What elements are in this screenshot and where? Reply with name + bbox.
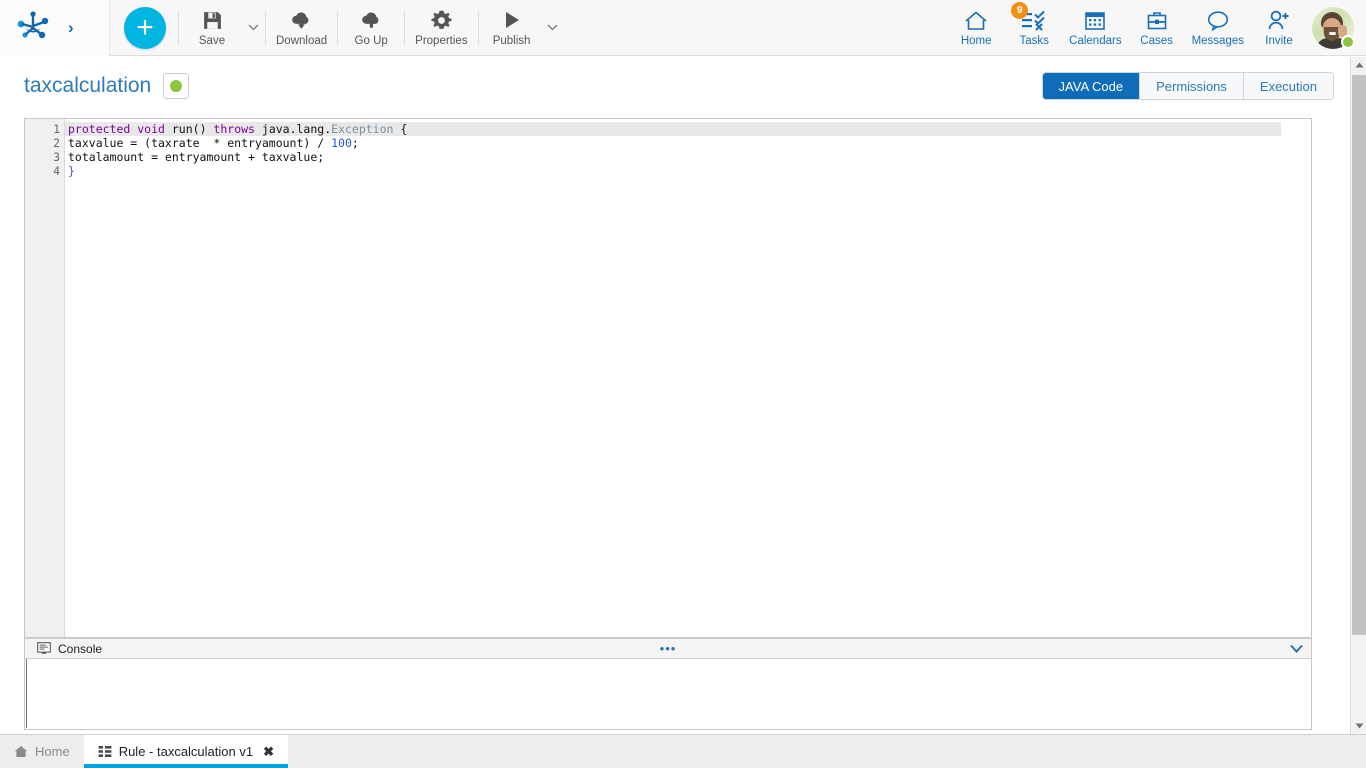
tab-permissions[interactable]: Permissions [1140,73,1244,99]
gutter-line-number: 3 [25,150,64,164]
toolbar-right-group: Home 9 Tasks [947,0,1366,56]
gutter-line-number: 1 ▾ [25,122,64,136]
nav-tasks-button[interactable]: 9 Tasks [1005,1,1063,55]
nav-cases-label: Cases [1140,35,1173,47]
code-line-2: taxvalue = (taxrate * entryamount) / 100… [68,136,1311,150]
gutter-line-number: 4 [25,164,64,178]
play-icon [502,8,522,32]
nav-messages-label: Messages [1192,35,1244,47]
console-output[interactable] [26,659,1311,728]
page-header: taxcalculation JAVA Code Permissions Exe… [0,57,1350,115]
token-keyword: void [137,122,165,136]
user-add-icon [1267,8,1291,32]
token-brace: { [393,122,407,136]
toolbar-divider [265,11,266,45]
nav-home-button[interactable]: Home [947,1,1005,55]
nav-home-label: Home [961,35,992,47]
save-label: Save [199,35,225,47]
code-line-3: totalamount = entryamount + taxvalue; [68,150,1311,164]
scroll-down-arrow-icon[interactable] [1351,718,1366,734]
token-type: Exception [331,122,393,136]
properties-button[interactable]: Properties [407,2,475,54]
top-toolbar: › + Save [0,0,1366,56]
home-icon [964,8,988,32]
editor-gutter: 1 ▾ 2 3 4 [25,119,65,637]
console-collapse-chevron-down-icon[interactable] [1290,644,1303,654]
token-brace: } [68,164,75,178]
token-keyword: protected [68,122,130,136]
tab-java-code[interactable]: JAVA Code [1043,73,1141,99]
code-editor[interactable]: 1 ▾ 2 3 4 protected void run() throws ja… [24,118,1312,638]
expand-sidebar-icon[interactable]: › [68,18,74,38]
tasks-badge: 9 [1011,2,1028,19]
scroll-up-arrow-icon[interactable] [1351,57,1366,73]
download-button[interactable]: Download [268,2,335,54]
nav-invite-label: Invite [1265,35,1293,47]
logo-zone: › [0,0,110,56]
bonita-logo-icon[interactable] [16,10,50,45]
console-panel: Console ••• [24,638,1312,730]
toolbar-divider [404,11,405,45]
token-semicolon: ; [352,136,359,150]
token-package: java.lang. [255,122,331,136]
new-button[interactable]: + [124,7,166,49]
rule-icon [98,745,112,758]
save-button[interactable]: Save [181,2,243,54]
briefcase-icon [1146,8,1168,32]
nav-tasks-label: Tasks [1019,35,1048,47]
token-expression: totalamount = entryamount + taxvalue; [68,150,324,164]
code-line-4: } [68,164,1311,178]
home-icon [14,745,28,758]
view-tabs: JAVA Code Permissions Execution [1042,72,1334,100]
gear-icon [431,8,452,32]
avatar[interactable] [1308,1,1358,55]
chat-bubble-icon [1206,8,1230,32]
nav-messages-button[interactable]: Messages [1186,1,1250,55]
cloud-download-icon [290,8,313,32]
taskbar-tab-home[interactable]: Home [0,735,84,768]
go-up-label: Go Up [355,35,388,47]
toolbar-divider [337,11,338,45]
console-header[interactable]: Console ••• [25,638,1311,659]
code-line-1: protected void run() throws java.lang.Ex… [68,122,1311,136]
toolbar-divider [478,11,479,45]
toolbar-left-group: + Save [110,0,563,56]
publish-dropdown-chevron-down-icon[interactable] [543,2,563,54]
calendar-icon [1084,8,1106,32]
bottom-taskbar: Home Rule - taxcalculation v1 ✖ [0,734,1366,768]
taskbar-tab-rule-label: Rule - taxcalculation v1 [119,744,253,759]
page-title: taxcalculation [24,74,151,98]
nav-cases-button[interactable]: Cases [1128,1,1186,55]
cloud-upload-icon [360,8,383,32]
toolbar-divider [178,11,179,45]
close-icon[interactable]: ✖ [263,744,274,760]
token-keyword: throws [213,122,255,136]
status-badge [163,73,189,99]
scrollbar-thumb[interactable] [1352,75,1366,635]
properties-label: Properties [415,35,467,47]
download-label: Download [276,35,327,47]
token-expression: taxvalue = (taxrate * entryamount) / [68,136,331,150]
save-dropdown-chevron-down-icon[interactable] [243,2,263,54]
nav-invite-button[interactable]: Invite [1250,1,1308,55]
go-up-button[interactable]: Go Up [340,2,402,54]
token-number: 100 [331,136,352,150]
console-resize-handle[interactable]: ••• [658,644,678,654]
code-content[interactable]: protected void run() throws java.lang.Ex… [65,119,1311,637]
console-label: Console [58,642,102,656]
nav-calendars-label: Calendars [1069,35,1121,47]
taskbar-tab-home-label: Home [35,744,70,759]
taskbar-tab-rule[interactable]: Rule - taxcalculation v1 ✖ [84,735,288,768]
page-scrollbar[interactable] [1350,57,1366,734]
status-dot-icon [170,80,182,92]
floppy-disk-icon [202,8,223,32]
tab-execution[interactable]: Execution [1244,73,1333,99]
presence-status-dot [1341,35,1355,49]
publish-label: Publish [493,35,531,47]
token-method: run() [165,122,213,136]
publish-button[interactable]: Publish [481,2,543,54]
gutter-line-number: 2 [25,136,64,150]
nav-calendars-button[interactable]: Calendars [1063,1,1127,55]
monitor-icon [37,642,51,655]
